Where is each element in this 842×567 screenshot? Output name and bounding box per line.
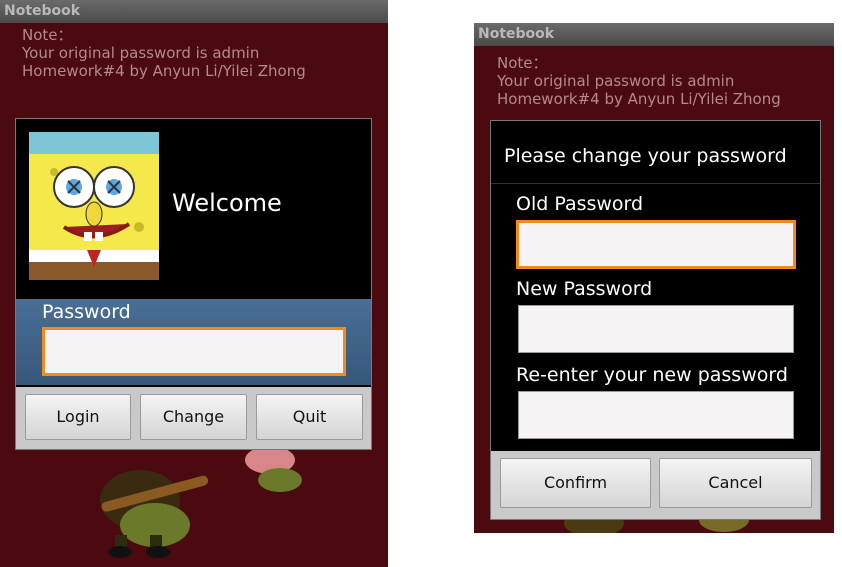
password-input[interactable]	[42, 327, 346, 376]
change-button[interactable]: Change	[140, 394, 247, 440]
password-label: Password	[42, 301, 131, 323]
new-password-label: New Password	[516, 278, 653, 300]
dialog-title: Please change your password	[504, 145, 787, 167]
change-password-dialog: Please change your password Old Password…	[490, 120, 821, 520]
note-line-3: Homework#4 by Anyun Li/Yilei Zhong	[22, 62, 306, 80]
note-line-1: Note：	[22, 26, 73, 44]
cancel-button[interactable]: Cancel	[659, 458, 812, 508]
note-line-2: Your original password is admin	[22, 44, 260, 62]
login-screen: Notebook Note： Your original password is…	[0, 0, 388, 567]
old-password-label: Old Password	[516, 193, 644, 215]
spongebob-avatar	[29, 132, 159, 280]
password-panel: Password	[16, 299, 371, 385]
welcome-text: Welcome	[172, 189, 282, 217]
old-password-input[interactable]	[516, 220, 796, 269]
note-line-1: Note：	[497, 54, 548, 72]
login-button-bar: Login Change Quit	[16, 387, 371, 449]
confirm-button[interactable]: Confirm	[500, 458, 651, 508]
change-password-screen: Notebook Note： Your original password is…	[474, 23, 834, 533]
login-button[interactable]: Login	[25, 394, 131, 440]
dialog-button-bar: Confirm Cancel	[491, 451, 820, 519]
note-line-3: Homework#4 by Anyun Li/Yilei Zhong	[497, 90, 781, 108]
reenter-password-input[interactable]	[518, 391, 794, 439]
app-title-bar: Notebook	[474, 23, 834, 46]
note-line-2: Your original password is admin	[497, 72, 735, 90]
login-dialog: Welcome Password Login Change Quit	[15, 118, 372, 450]
title-divider	[491, 183, 820, 184]
app-title-bar: Notebook	[0, 0, 388, 23]
spongebob-background-art	[100, 446, 302, 558]
new-password-input[interactable]	[518, 305, 794, 353]
reenter-password-label: Re-enter your new password	[516, 364, 788, 386]
quit-button[interactable]: Quit	[256, 394, 363, 440]
